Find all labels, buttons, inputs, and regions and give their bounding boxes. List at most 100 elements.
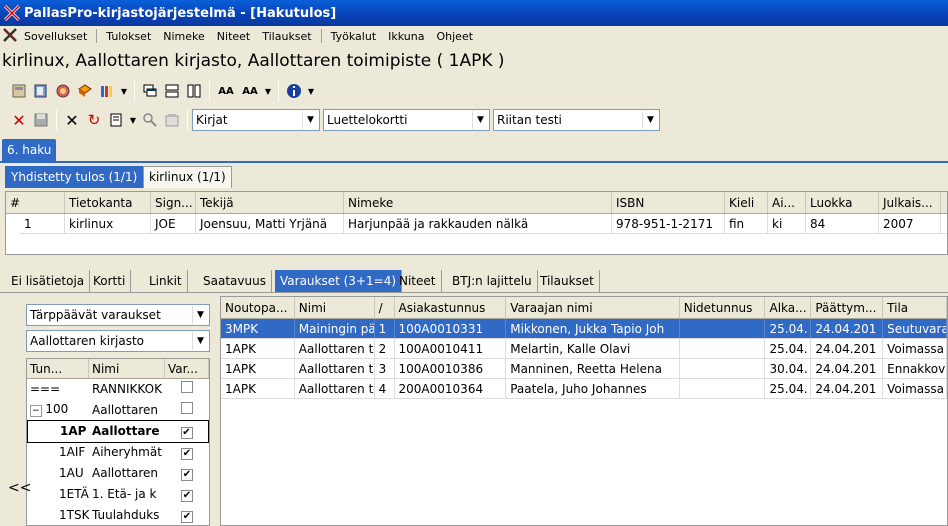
menu-tilaukset[interactable]: Tilaukset [256, 30, 317, 43]
column-header[interactable]: # [6, 192, 65, 213]
tab-combined-result[interactable]: Yhdistetty tulos (1/1) [5, 166, 144, 188]
library-filter-select[interactable]: Aallottaren kirjasto ▼ [26, 330, 210, 352]
tree-checkbox-checked[interactable]: ✔ [181, 469, 193, 481]
column-header[interactable]: Tila [883, 297, 947, 318]
menu-sovellukset[interactable]: Sovellukset [18, 30, 93, 43]
menu-tyokalut[interactable]: Työkalut [325, 30, 383, 43]
tab-search-6[interactable]: 6. haku [2, 139, 57, 161]
chevron-down-icon[interactable]: ▼ [302, 111, 318, 129]
tree-checkbox[interactable] [181, 381, 193, 393]
tile-vertical-icon[interactable] [183, 80, 205, 102]
document-icon[interactable] [105, 109, 127, 131]
reservation-filter-select[interactable]: Tärppäävät varaukset ▼ [26, 304, 210, 326]
books-icon[interactable] [96, 80, 118, 102]
column-header[interactable]: Päättym... [811, 297, 884, 318]
table-row[interactable]: 1APK Aallottaren t 4 200A0010364 Paatela… [221, 379, 947, 399]
font-larger-icon[interactable]: AA [214, 80, 238, 102]
menu-ohjeet[interactable]: Ohjeet [430, 30, 479, 43]
tab-saatavuus[interactable]: Saatavuus [198, 270, 272, 292]
tab-varaukset[interactable]: Varaukset (3+1=4) [275, 270, 403, 292]
column-header[interactable]: Alka... [765, 297, 812, 318]
tab-kortti[interactable]: Kortti [88, 270, 132, 292]
toolbar-separator [209, 81, 210, 101]
menu-niteet[interactable]: Niteet [211, 30, 256, 43]
card-view-icon[interactable] [8, 80, 30, 102]
collapse-minus-icon[interactable]: − [30, 405, 42, 417]
tab-linkit[interactable]: Linkit [144, 270, 188, 292]
tree-row[interactable]: 1AU Aallottaren ✔ [27, 463, 209, 484]
column-header[interactable]: Asiakastunnus [395, 297, 507, 318]
info-icon[interactable] [283, 80, 305, 102]
column-header[interactable]: Nimi [89, 359, 165, 378]
tree-row[interactable]: 1ETÄ 1. Etä- ja k ✔ [27, 484, 209, 505]
font-smaller-icon[interactable]: AA [238, 80, 262, 102]
column-header[interactable]: Tun... [27, 359, 89, 378]
tree-checkbox-checked[interactable]: ✔ [181, 511, 193, 523]
column-header[interactable]: Var... [165, 359, 209, 378]
dropdown-arrow-icon[interactable]: ▼ [262, 80, 274, 102]
tree-code: 1AU [59, 466, 84, 480]
menu-nimeke[interactable]: Nimeke [157, 30, 211, 43]
cut-icon[interactable]: ✕ [61, 109, 83, 131]
sort-indicator[interactable]: / [375, 297, 395, 318]
table-row-selected[interactable]: 3MPK Mainingin pä 1 100A0010331 Mikkonen… [221, 319, 947, 339]
menu-tulokset[interactable]: Tulokset [100, 30, 157, 43]
tree-row[interactable]: − 100 Aallottaren [27, 400, 209, 421]
column-header[interactable]: ISBN [612, 192, 725, 213]
dropdown-arrow-icon[interactable]: ▼ [305, 80, 317, 102]
search-icon[interactable] [139, 109, 161, 131]
table-row[interactable]: 1APK Aallottaren t 3 100A0010386 Mannine… [221, 359, 947, 379]
column-header[interactable]: Kieli [725, 192, 768, 213]
column-header[interactable]: Luokka [806, 192, 879, 213]
tree-checkbox[interactable] [181, 402, 193, 414]
tab-btj-lajittelu[interactable]: BTJ:n lajittelu [447, 270, 538, 292]
chevron-down-icon[interactable]: ▼ [192, 332, 208, 350]
table-cell: Harjunpää ja rakkauden nälkä [344, 214, 612, 233]
tab-kirlinux-result[interactable]: kirlinux (1/1) [143, 166, 232, 188]
globe-icon[interactable] [52, 80, 74, 102]
display-format-select[interactable]: Luettelokortti ▼ [323, 109, 490, 131]
chevron-down-icon[interactable]: ▼ [472, 111, 488, 129]
column-header[interactable]: Julkais... [879, 192, 941, 213]
tab-ei-lisatietoja[interactable]: Ei lisätietoja [6, 270, 91, 292]
table-cell: Voimassa [883, 339, 947, 358]
column-header[interactable]: Tekijä [196, 192, 344, 213]
tab-tilaukset[interactable]: Tilaukset [535, 270, 600, 292]
package-icon[interactable] [74, 80, 96, 102]
table-row[interactable]: 1APK Aallottaren t 2 100A0010411 Melarti… [221, 339, 947, 359]
collapse-panel-button[interactable]: << [8, 480, 31, 496]
menu-ikkuna[interactable]: Ikkuna [382, 30, 430, 43]
column-header[interactable]: Sign... [151, 192, 196, 213]
column-header[interactable]: Varaajan nimi [506, 297, 680, 318]
dropdown-arrow-icon[interactable]: ▼ [118, 80, 130, 102]
tree-row[interactable]: 1AIF Aiheryhmät ✔ [27, 442, 209, 463]
table-cell: Voimassa [883, 379, 947, 398]
table-row[interactable]: 1 kirlinux JOE Joensuu, Matti Yrjänä Har… [20, 214, 947, 234]
column-header[interactable]: Nidetunnus [680, 297, 766, 318]
column-header[interactable]: Tietokanta [65, 192, 151, 213]
column-header[interactable]: Noutopa... [221, 297, 295, 318]
delete-icon[interactable]: ✕ [8, 109, 30, 131]
tree-checkbox-checked[interactable]: ✔ [180, 427, 193, 439]
tree-row-selected[interactable]: 1AP Aallottare ✔ [27, 420, 209, 443]
table-cell: 30.04. [765, 359, 812, 378]
tile-horizontal-icon[interactable] [161, 80, 183, 102]
tree-checkbox-checked[interactable]: ✔ [181, 490, 193, 502]
cascade-icon[interactable] [139, 80, 161, 102]
column-header[interactable]: Ai... [768, 192, 806, 213]
column-header[interactable]: Nimi [295, 297, 375, 318]
tree-row[interactable]: 1TSK Tuulahduks ✔ [27, 505, 209, 525]
tab-niteet[interactable]: Niteet [394, 270, 442, 292]
refresh-icon[interactable]: ↻ [83, 109, 105, 131]
tree-row[interactable]: === RANNIKKOK [27, 379, 209, 400]
chevron-down-icon[interactable]: ▼ [642, 111, 658, 129]
dropdown-arrow-icon[interactable]: ▼ [127, 109, 139, 131]
tree-checkbox-checked[interactable]: ✔ [181, 448, 193, 460]
properties-icon[interactable] [161, 109, 183, 131]
material-type-select[interactable]: Kirjat ▼ [192, 109, 320, 131]
profile-select[interactable]: Riitan testi ▼ [493, 109, 660, 131]
book-icon[interactable] [30, 80, 52, 102]
save-icon[interactable] [30, 109, 52, 131]
chevron-down-icon[interactable]: ▼ [192, 306, 208, 324]
column-header[interactable]: Nimeke [344, 192, 612, 213]
